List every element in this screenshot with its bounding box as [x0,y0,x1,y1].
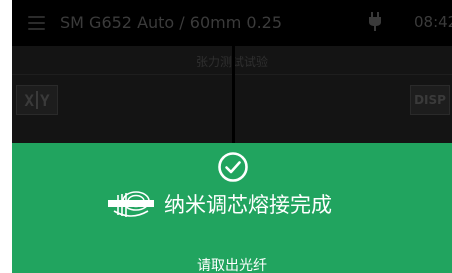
splice-complete-message: 纳米调芯熔接完成 [164,193,332,217]
fiber-monitor: 张力测试试验 X Y DISP [12,46,452,143]
xy-view-button[interactable]: X Y [16,85,58,115]
splice-complete-dialog[interactable]: 纳米调芯熔接完成 请取出光纤 [12,143,452,273]
remove-fiber-instruction: 请取出光纤 [197,258,267,273]
menu-icon[interactable] [28,16,45,30]
fiber-splice-icon [108,191,154,217]
plug-icon [369,12,381,31]
xy-separator [36,91,38,109]
clock: 08:42 [414,13,452,31]
splicer-screen: SM G652 Auto / 60mm 0.25 08:42 张力测试试验 X … [12,0,452,273]
status-bar: SM G652 Auto / 60mm 0.25 08:42 [12,0,452,46]
check-circle-icon [218,152,248,182]
y-label: Y [40,90,50,110]
x-label: X [24,90,34,110]
disp-button[interactable]: DISP [410,85,450,115]
splice-program-title[interactable]: SM G652 Auto / 60mm 0.25 [60,13,282,32]
monitor-split [232,46,235,143]
